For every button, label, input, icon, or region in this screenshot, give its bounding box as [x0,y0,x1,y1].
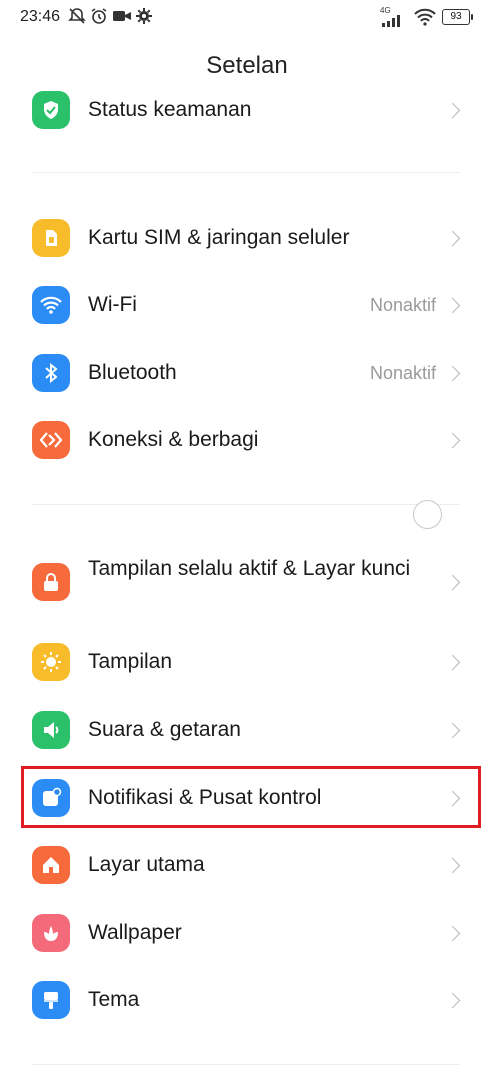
settings-item-label: Layar utama [88,853,205,876]
chevron-right-icon [444,297,461,314]
alarm-icon [91,8,107,24]
settings-item-label: Suara & getaran [88,718,241,741]
settings-item-wallpaper[interactable]: Wallpaper [0,901,494,965]
theme-brush-icon [32,981,70,1019]
chevron-right-icon [444,992,461,1009]
chevron-right-icon [444,365,461,382]
bluetooth-status-value: Nonaktif [369,363,436,383]
settings-item-label: Tampilan [88,650,173,673]
shield-check-icon [32,91,70,129]
floating-circle-indicator[interactable] [413,500,442,529]
settings-item-theme[interactable]: Tema [0,968,494,1032]
settings-item-label: Tema [88,988,140,1011]
status-bar: 23:46 4G 93 [0,0,494,36]
settings-item-label: Koneksi & berbagi [88,428,259,451]
chevron-right-icon [444,574,461,591]
wifi-icon [414,8,436,26]
divider [32,504,460,505]
chevron-right-icon [444,432,461,449]
page-title: Setelan [206,52,288,79]
network-type-label: 4G [380,6,391,15]
settings-item-label: Status keamanan [88,98,252,121]
settings-item-security-status[interactable]: Status keamanan [0,78,494,142]
settings-item-bluetooth[interactable]: Bluetooth Nonaktif [0,341,494,405]
chevron-right-icon [444,230,461,247]
settings-item-sim-network[interactable]: Kartu SIM & jaringan seluler [0,206,494,270]
chevron-right-icon [444,654,461,671]
settings-item-label: Wi-Fi [88,293,137,316]
gear-icon [136,8,152,24]
settings-item-aod-lockscreen[interactable]: Tampilan selalu aktif & Layar kunci [0,550,494,616]
chevron-right-icon [444,925,461,942]
wifi-status-value: Nonaktif [369,295,436,315]
status-time: 23:46 [20,8,61,25]
connection-share-icon [32,421,70,459]
battery-icon: 93 [442,9,473,25]
lock-icon [32,563,70,601]
settings-item-label: Tampilan selalu aktif & Layar kunci [88,557,411,580]
sim-card-icon [32,219,70,257]
wifi-icon [32,286,70,324]
wallpaper-flower-icon [32,914,70,952]
sun-icon [32,643,70,681]
video-record-icon [113,11,131,21]
settings-item-display[interactable]: Tampilan [0,630,494,694]
speaker-icon [32,711,70,749]
bluetooth-icon [32,354,70,392]
divider [32,172,460,173]
highlight-box [21,766,481,828]
signal-icon [382,15,400,27]
chevron-right-icon [444,722,461,739]
settings-item-label: Kartu SIM & jaringan seluler [88,226,350,249]
home-icon [32,846,70,884]
settings-item-wifi[interactable]: Wi-Fi Nonaktif [0,273,494,337]
divider [32,1064,460,1065]
settings-item-connection-sharing[interactable]: Koneksi & berbagi [0,408,494,472]
settings-item-sound-vibration[interactable]: Suara & getaran [0,698,494,762]
chevron-right-icon [444,102,461,119]
settings-item-label: Wallpaper [88,921,182,944]
mute-bell-icon [68,8,86,24]
settings-item-home-screen[interactable]: Layar utama [0,833,494,897]
chevron-right-icon [444,857,461,874]
settings-item-label: Bluetooth [88,361,177,384]
